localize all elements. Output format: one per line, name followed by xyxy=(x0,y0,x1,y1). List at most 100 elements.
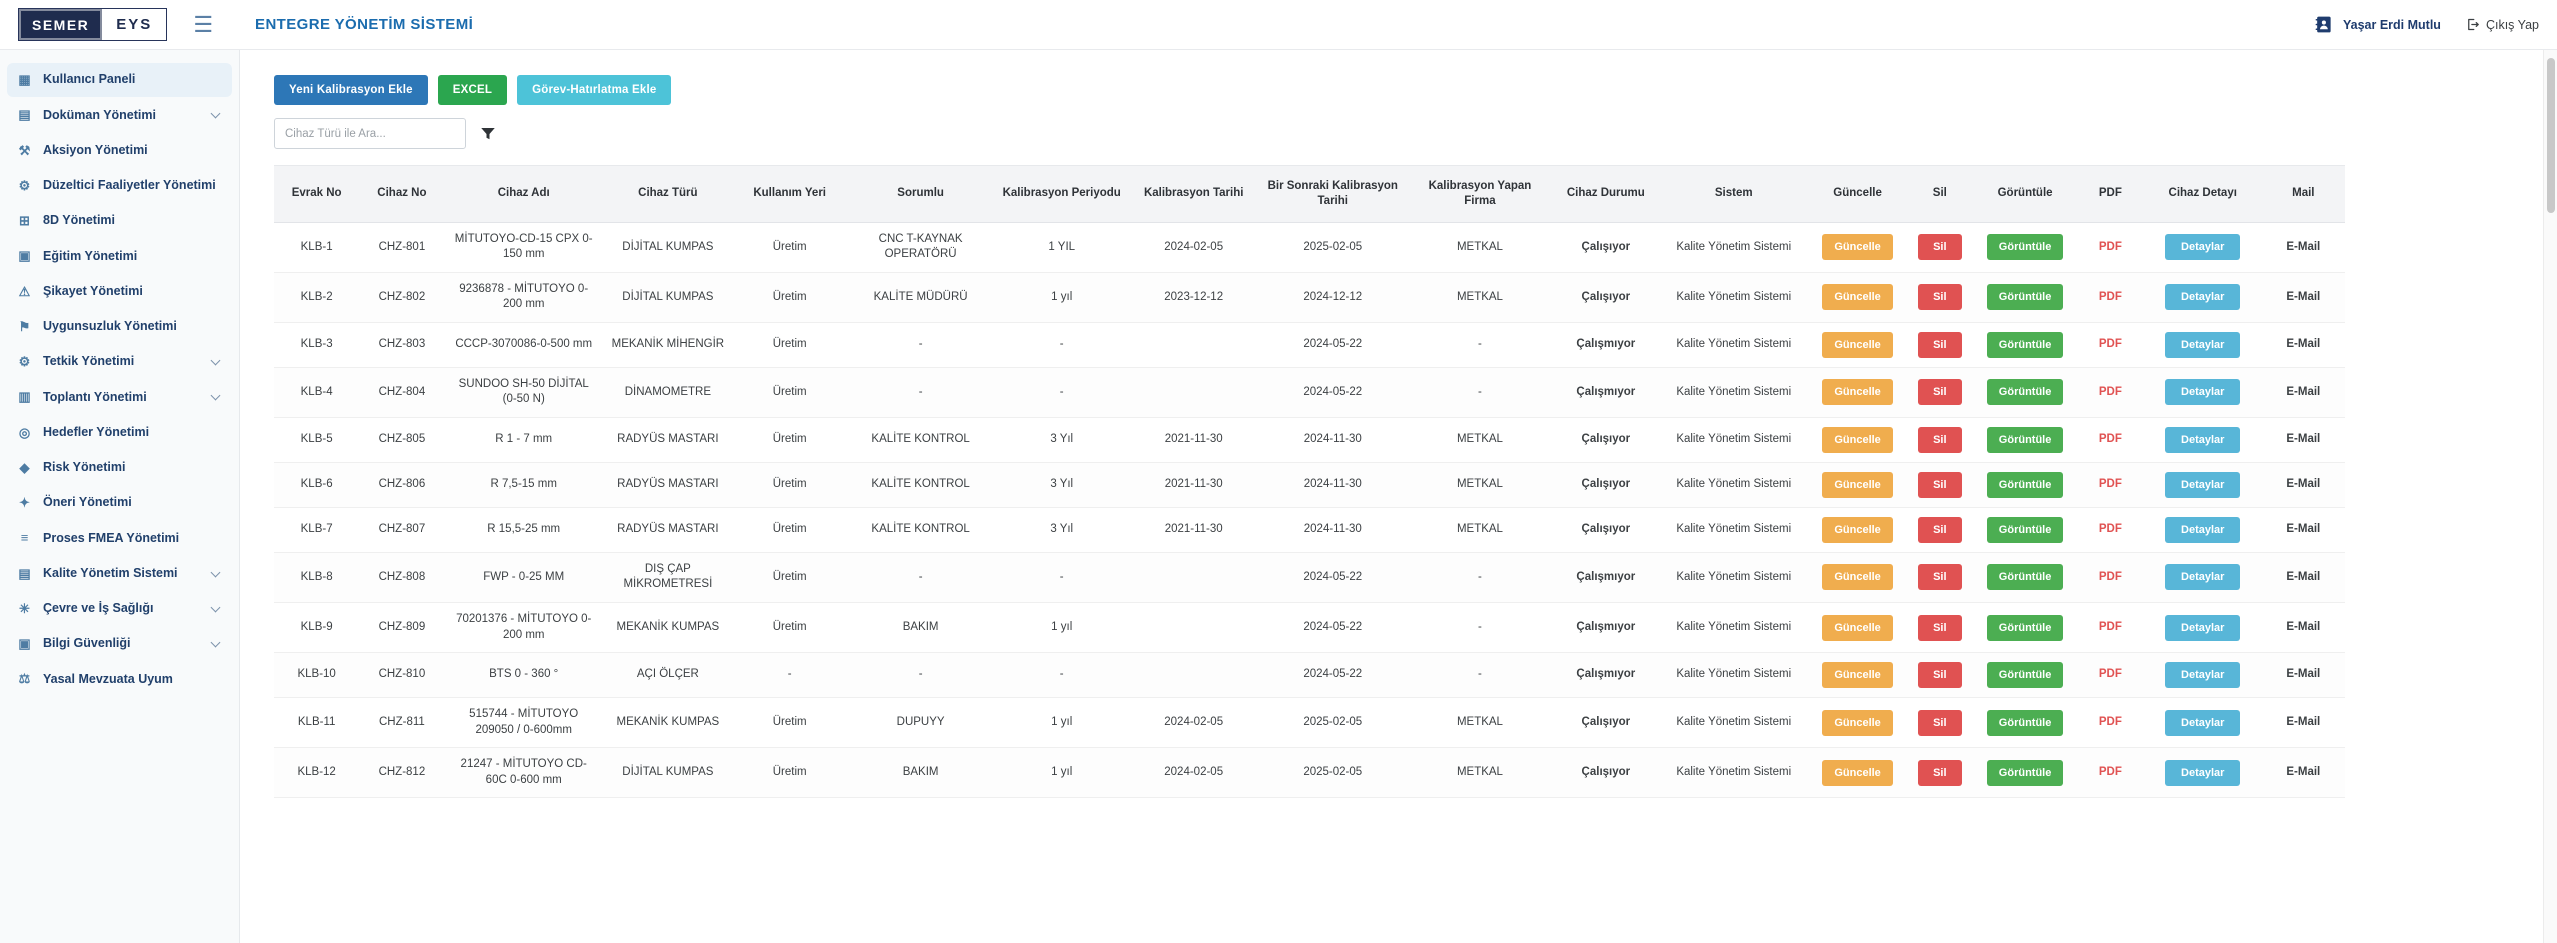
view-button[interactable]: Görüntüle xyxy=(1987,760,2064,786)
device-type-search-input[interactable] xyxy=(274,118,466,149)
update-button[interactable]: Güncelle xyxy=(1822,615,1892,641)
view-button[interactable]: Görüntüle xyxy=(1987,662,2064,688)
email-link[interactable]: E-Mail xyxy=(2286,433,2320,445)
email-link[interactable]: E-Mail xyxy=(2286,386,2320,398)
pdf-link[interactable]: PDF xyxy=(2099,621,2122,633)
pdf-link[interactable]: PDF xyxy=(2099,571,2122,583)
details-button[interactable]: Detaylar xyxy=(2165,284,2240,310)
details-button[interactable]: Detaylar xyxy=(2165,710,2240,736)
details-button[interactable]: Detaylar xyxy=(2165,564,2240,590)
view-button[interactable]: Görüntüle xyxy=(1987,564,2064,590)
pdf-link[interactable]: PDF xyxy=(2099,386,2122,398)
details-button[interactable]: Detaylar xyxy=(2165,379,2240,405)
email-link[interactable]: E-Mail xyxy=(2286,478,2320,490)
email-link[interactable]: E-Mail xyxy=(2286,766,2320,778)
delete-button[interactable]: Sil xyxy=(1918,427,1961,453)
update-button[interactable]: Güncelle xyxy=(1822,662,1892,688)
filter-funnel-icon[interactable] xyxy=(479,125,497,143)
logout-button[interactable]: Çıkış Yap xyxy=(2465,17,2539,32)
delete-button[interactable]: Sil xyxy=(1918,234,1961,260)
details-button[interactable]: Detaylar xyxy=(2165,760,2240,786)
details-button[interactable]: Detaylar xyxy=(2165,517,2240,543)
update-button[interactable]: Güncelle xyxy=(1822,472,1892,498)
sidebar-item-kalite-yönetim-sistemi[interactable]: ▤ Kalite Yönetim Sistemi xyxy=(7,557,232,591)
view-button[interactable]: Görüntüle xyxy=(1987,332,2064,358)
delete-button[interactable]: Sil xyxy=(1918,332,1961,358)
delete-button[interactable]: Sil xyxy=(1918,564,1961,590)
pdf-link[interactable]: PDF xyxy=(2099,478,2122,490)
sidebar-item-doküman-yönetimi[interactable]: ▤ Doküman Yönetimi xyxy=(7,98,232,132)
menu-toggle-icon[interactable]: ☰ xyxy=(193,14,213,36)
update-button[interactable]: Güncelle xyxy=(1822,284,1892,310)
sidebar-item-aksiyon-yönetimi[interactable]: ⚒ Aksiyon Yönetimi xyxy=(7,134,232,168)
new-calibration-button[interactable]: Yeni Kalibrasyon Ekle xyxy=(274,75,428,105)
email-link[interactable]: E-Mail xyxy=(2286,571,2320,583)
update-button[interactable]: Güncelle xyxy=(1822,332,1892,358)
view-button[interactable]: Görüntüle xyxy=(1987,710,2064,736)
details-button[interactable]: Detaylar xyxy=(2165,472,2240,498)
update-button[interactable]: Güncelle xyxy=(1822,564,1892,590)
update-button[interactable]: Güncelle xyxy=(1822,234,1892,260)
pdf-link[interactable]: PDF xyxy=(2099,291,2122,303)
sidebar-item-düzeltici-faaliyetler-yönetimi[interactable]: ⚙ Düzeltici Faaliyetler Yönetimi xyxy=(7,169,232,203)
view-button[interactable]: Görüntüle xyxy=(1987,472,2064,498)
details-button[interactable]: Detaylar xyxy=(2165,332,2240,358)
delete-button[interactable]: Sil xyxy=(1918,662,1961,688)
sidebar-item-çevre-ve-i-ş-sağlığı[interactable]: ✳ Çevre ve İş Sağlığı xyxy=(7,592,232,626)
excel-export-button[interactable]: EXCEL xyxy=(438,75,507,105)
delete-button[interactable]: Sil xyxy=(1918,517,1961,543)
sidebar-item-hedefler-yönetimi[interactable]: ◎ Hedefler Yönetimi xyxy=(7,416,232,450)
sidebar-item-uygunsuzluk-yönetimi[interactable]: ⚑ Uygunsuzluk Yönetimi xyxy=(7,310,232,344)
delete-button[interactable]: Sil xyxy=(1918,760,1961,786)
details-button[interactable]: Detaylar xyxy=(2165,615,2240,641)
sidebar-item-öneri-yönetimi[interactable]: ✦ Öneri Yönetimi xyxy=(7,486,232,520)
sidebar-item-bilgi-güvenliği[interactable]: ▣ Bilgi Güvenliği xyxy=(7,627,232,661)
email-link[interactable]: E-Mail xyxy=(2286,523,2320,535)
email-link[interactable]: E-Mail xyxy=(2286,291,2320,303)
sidebar-item-risk-yönetimi[interactable]: ◆ Risk Yönetimi xyxy=(7,451,232,485)
update-button[interactable]: Güncelle xyxy=(1822,710,1892,736)
view-button[interactable]: Görüntüle xyxy=(1987,379,2064,405)
sidebar-item-8d-yönetimi[interactable]: ⊞ 8D Yönetimi xyxy=(7,204,232,238)
sidebar-item-kullanıcı-paneli[interactable]: ▦ Kullanıcı Paneli xyxy=(7,63,232,97)
view-button[interactable]: Görüntüle xyxy=(1987,615,2064,641)
sidebar-item-eğitim-yönetimi[interactable]: ▣ Eğitim Yönetimi xyxy=(7,239,232,273)
details-button[interactable]: Detaylar xyxy=(2165,234,2240,260)
delete-button[interactable]: Sil xyxy=(1918,472,1961,498)
update-button[interactable]: Güncelle xyxy=(1822,760,1892,786)
pdf-link[interactable]: PDF xyxy=(2099,766,2122,778)
delete-button[interactable]: Sil xyxy=(1918,710,1961,736)
delete-button[interactable]: Sil xyxy=(1918,615,1961,641)
pdf-link[interactable]: PDF xyxy=(2099,338,2122,350)
app-logo[interactable]: SEMER EYS xyxy=(18,8,167,41)
view-button[interactable]: Görüntüle xyxy=(1987,517,2064,543)
sidebar-item-toplantı-yönetimi[interactable]: ▥ Toplantı Yönetimi xyxy=(7,380,232,414)
task-reminder-button[interactable]: Görev-Hatırlatma Ekle xyxy=(517,75,671,105)
update-button[interactable]: Güncelle xyxy=(1822,517,1892,543)
email-link[interactable]: E-Mail xyxy=(2286,241,2320,253)
contact-card-icon[interactable] xyxy=(2314,15,2333,34)
sidebar-item-proses-fmea-yönetimi[interactable]: ≡ Proses FMEA Yönetimi xyxy=(7,521,232,555)
pdf-link[interactable]: PDF xyxy=(2099,241,2122,253)
view-button[interactable]: Görüntüle xyxy=(1987,234,2064,260)
pdf-link[interactable]: PDF xyxy=(2099,668,2122,680)
delete-button[interactable]: Sil xyxy=(1918,284,1961,310)
scrollbar-thumb[interactable] xyxy=(2547,58,2555,213)
sidebar-item-yasal-mevzuata-uyum[interactable]: ⚖ Yasal Mevzuata Uyum xyxy=(7,662,232,696)
view-button[interactable]: Görüntüle xyxy=(1987,427,2064,453)
sidebar-item-şikayet-yönetimi[interactable]: ⚠ Şikayet Yönetimi xyxy=(7,275,232,309)
delete-button[interactable]: Sil xyxy=(1918,379,1961,405)
email-link[interactable]: E-Mail xyxy=(2286,621,2320,633)
vertical-scrollbar[interactable] xyxy=(2543,50,2557,943)
update-button[interactable]: Güncelle xyxy=(1822,427,1892,453)
email-link[interactable]: E-Mail xyxy=(2286,668,2320,680)
pdf-link[interactable]: PDF xyxy=(2099,433,2122,445)
email-link[interactable]: E-Mail xyxy=(2286,338,2320,350)
update-button[interactable]: Güncelle xyxy=(1822,379,1892,405)
pdf-link[interactable]: PDF xyxy=(2099,716,2122,728)
view-button[interactable]: Görüntüle xyxy=(1987,284,2064,310)
sidebar-item-tetkik-yönetimi[interactable]: ⚙ Tetkik Yönetimi xyxy=(7,345,232,379)
pdf-link[interactable]: PDF xyxy=(2099,523,2122,535)
details-button[interactable]: Detaylar xyxy=(2165,427,2240,453)
email-link[interactable]: E-Mail xyxy=(2286,716,2320,728)
